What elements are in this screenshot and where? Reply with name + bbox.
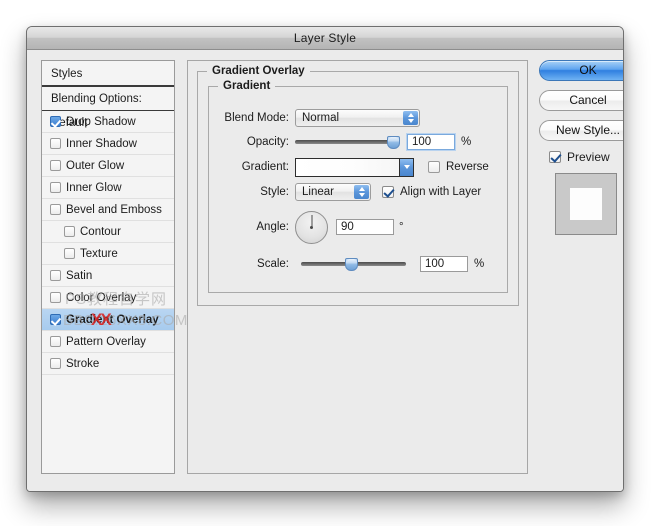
blend-mode-select[interactable]: Normal [295, 109, 420, 127]
gradient-style-select[interactable]: Linear [295, 183, 371, 201]
gradient-row: Gradient: Reverse [217, 157, 499, 177]
align-with-layer-checkbox[interactable] [382, 186, 394, 198]
ok-button[interactable]: OK [539, 60, 623, 81]
style-checkbox[interactable] [50, 358, 61, 369]
styles-rows: Drop Shadow Inner Shadow Outer Glow Inner G… [42, 111, 174, 375]
style-row-label: Stroke [66, 357, 100, 370]
style-row-gradient-overlay[interactable]: Gradient Overlay [42, 309, 174, 331]
screen: Layer Style Styles Blending Options: Def… [0, 0, 662, 526]
style-checkbox[interactable] [64, 248, 75, 259]
scale-slider[interactable] [301, 256, 406, 272]
scale-input[interactable]: 100 [420, 256, 468, 272]
align-with-layer-label: Align with Layer [400, 186, 482, 198]
style-row-label: Outer Glow [66, 159, 125, 172]
blending-options-row[interactable]: Blending Options: Default [42, 87, 174, 129]
style-row-label: Contour [80, 225, 121, 238]
dialog-titlebar[interactable]: Layer Style [27, 27, 623, 50]
angle-unit: ° [399, 221, 404, 233]
opacity-slider-thumb[interactable] [387, 135, 400, 149]
blend-mode-row: Blend Mode: Normal [217, 109, 499, 127]
opacity-unit: % [461, 136, 472, 148]
style-checkbox[interactable] [50, 182, 61, 193]
style-row-outer-glow[interactable]: Outer Glow [42, 155, 174, 177]
blend-mode-label: Blend Mode: [224, 112, 289, 124]
style-row-pattern-overlay[interactable]: Pattern Overlay [42, 331, 174, 353]
style-row-label: Texture [80, 247, 118, 260]
opacity-slider[interactable] [295, 134, 400, 150]
scale-slider-thumb[interactable] [345, 257, 359, 271]
gradient-overlay-group: Gradient Overlay Gradient Blend Mode: No… [197, 65, 519, 306]
style-checkbox[interactable] [50, 138, 61, 149]
scale-row: Scale: 100 % [217, 255, 499, 273]
style-row-inner-glow[interactable]: Inner Glow [42, 177, 174, 199]
scale-label: Scale: [257, 258, 289, 270]
style-checkbox[interactable] [50, 204, 61, 215]
styles-list-panel: Styles Blending Options: Default Drop Sh… [41, 60, 175, 474]
gradient-group-title: Gradient [218, 80, 276, 92]
style-row-bevel-and-emboss[interactable]: Bevel and Emboss [42, 199, 174, 221]
style-row-label: Drop Shadow [66, 115, 136, 128]
angle-input[interactable]: 90 [336, 219, 394, 235]
gradient-swatch[interactable] [296, 158, 399, 176]
style-row-stroke[interactable]: Stroke [42, 353, 174, 375]
blend-mode-value: Normal [302, 112, 340, 124]
chevron-updown-icon [403, 111, 418, 125]
gradient-label: Gradient: [241, 161, 289, 173]
new-style-button[interactable]: New Style... [539, 120, 623, 141]
layer-style-dialog: Layer Style Styles Blending Options: Def… [26, 26, 624, 492]
styles-header: Styles [42, 61, 174, 87]
style-row-label: Gradient Overlay [66, 313, 159, 326]
angle-dial-center [310, 225, 313, 229]
style-checkbox[interactable] [50, 116, 61, 127]
style-row-label: Pattern Overlay [66, 335, 146, 348]
style-row-label: Inner Shadow [66, 137, 137, 150]
gradient-overlay-panel: Gradient Overlay Gradient Blend Mode: No… [187, 60, 528, 474]
style-label: Style: [260, 186, 289, 198]
preview-checkbox[interactable] [549, 151, 561, 163]
opacity-row: Opacity: 100 % [217, 133, 499, 151]
reverse-label: Reverse [446, 161, 489, 173]
gradient-picker[interactable] [295, 157, 414, 177]
preview-row: Preview [549, 150, 615, 164]
gradient-overlay-group-title: Gradient Overlay [207, 65, 310, 77]
dialog-title: Layer Style [293, 31, 357, 45]
style-row-label: Inner Glow [66, 181, 122, 194]
dialog-body: Styles Blending Options: Default Drop Sh… [27, 50, 623, 491]
style-row-contour[interactable]: Contour [42, 221, 174, 243]
chevron-updown-icon [354, 185, 369, 199]
style-row-color-overlay[interactable]: Color Overlay [42, 287, 174, 309]
angle-row: Angle: 90 ° [217, 209, 499, 245]
chevron-down-icon[interactable] [399, 158, 413, 176]
opacity-input[interactable]: 100 [407, 134, 455, 150]
style-checkbox[interactable] [50, 160, 61, 171]
style-checkbox[interactable] [50, 292, 61, 303]
style-checkbox[interactable] [50, 314, 61, 325]
style-row-satin[interactable]: Satin [42, 265, 174, 287]
style-checkbox[interactable] [50, 336, 61, 347]
opacity-label: Opacity: [246, 136, 289, 148]
cancel-button[interactable]: Cancel [539, 90, 623, 111]
angle-label: Angle: [256, 221, 289, 233]
style-row-texture[interactable]: Texture [42, 243, 174, 265]
opacity-slider-track [295, 140, 400, 144]
style-checkbox[interactable] [50, 270, 61, 281]
scale-unit: % [474, 258, 485, 270]
angle-dial[interactable] [295, 210, 328, 244]
reverse-checkbox[interactable] [428, 161, 440, 173]
style-row-label: Color Overlay [66, 291, 137, 304]
style-row: Style: Linear Align with Layer [217, 183, 499, 201]
style-row-inner-shadow[interactable]: Inner Shadow [42, 133, 174, 155]
preview-thumbnail-shape [570, 188, 602, 220]
style-row-label: Satin [66, 269, 93, 282]
dialog-actions: OK Cancel New Style... Preview [539, 60, 623, 235]
style-row-label: Bevel and Emboss [66, 203, 162, 216]
gradient-group: Gradient Blend Mode: Normal Opacity: 100… [208, 80, 508, 293]
preview-thumbnail [555, 173, 617, 235]
preview-label: Preview [567, 150, 610, 164]
gradient-style-value: Linear [302, 186, 334, 198]
style-checkbox[interactable] [64, 226, 75, 237]
